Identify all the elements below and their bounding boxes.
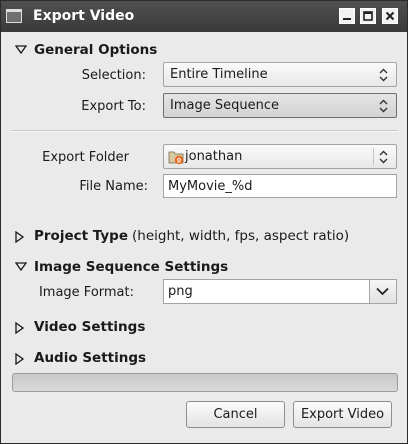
- close-icon: [385, 11, 395, 21]
- image-format-select[interactable]: png: [163, 279, 397, 304]
- selection-value: Entire Timeline: [170, 67, 268, 82]
- file-name-label: File Name:: [79, 179, 148, 194]
- home-folder-icon: [168, 151, 184, 165]
- maximize-icon: [363, 11, 373, 21]
- expander-down-icon: [15, 45, 27, 55]
- titlebar[interactable]: Export Video: [1, 1, 407, 32]
- export-to-combo[interactable]: Image Sequence: [163, 93, 397, 118]
- general-options-label: General Options: [34, 42, 158, 58]
- selection-combo[interactable]: Entire Timeline: [163, 62, 397, 87]
- image-format-value: png: [168, 284, 193, 299]
- file-name-input[interactable]: [164, 175, 396, 197]
- minimize-button[interactable]: [339, 8, 355, 24]
- window-icon: [6, 9, 22, 23]
- dropdown-button[interactable]: [369, 280, 396, 303]
- expander-down-icon: [15, 262, 27, 272]
- export-to-label: Export To:: [81, 99, 146, 114]
- section-divider: [12, 130, 398, 132]
- maximize-button[interactable]: [360, 8, 376, 24]
- close-button[interactable]: [382, 8, 398, 24]
- export-progress-bar: [12, 373, 398, 392]
- chevron-down-icon: [376, 287, 389, 296]
- project-type-subtitle: (height, width, fps, aspect ratio): [132, 228, 350, 244]
- image-format-label: Image Format:: [38, 285, 134, 300]
- audio-settings-label: Audio Settings: [34, 350, 147, 366]
- export-video-dialog: Export Video General Options Selection: …: [0, 0, 408, 444]
- export-video-button[interactable]: Export Video: [293, 401, 392, 428]
- video-settings-label: Video Settings: [34, 319, 146, 335]
- updown-arrows-icon: [379, 150, 388, 164]
- file-name-field[interactable]: [163, 174, 397, 198]
- expander-right-icon: [15, 231, 25, 243]
- cancel-button[interactable]: Cancel: [186, 401, 285, 428]
- window-title: Export Video: [33, 8, 135, 24]
- updown-arrows-icon: [379, 68, 388, 82]
- export-to-value: Image Sequence: [170, 98, 279, 113]
- project-type-label: Project Type: [34, 228, 128, 244]
- export-folder-combo[interactable]: jonathan: [163, 144, 397, 169]
- export-folder-label: Export Folder: [42, 150, 129, 165]
- expander-right-icon: [15, 322, 25, 334]
- combo-separator: [373, 148, 374, 165]
- selection-label: Selection:: [81, 68, 146, 83]
- export-folder-value: jonathan: [185, 149, 243, 164]
- image-sequence-label: Image Sequence Settings: [34, 259, 229, 275]
- updown-arrows-icon: [379, 99, 388, 113]
- expander-right-icon: [15, 353, 25, 365]
- minimize-icon: [343, 18, 351, 20]
